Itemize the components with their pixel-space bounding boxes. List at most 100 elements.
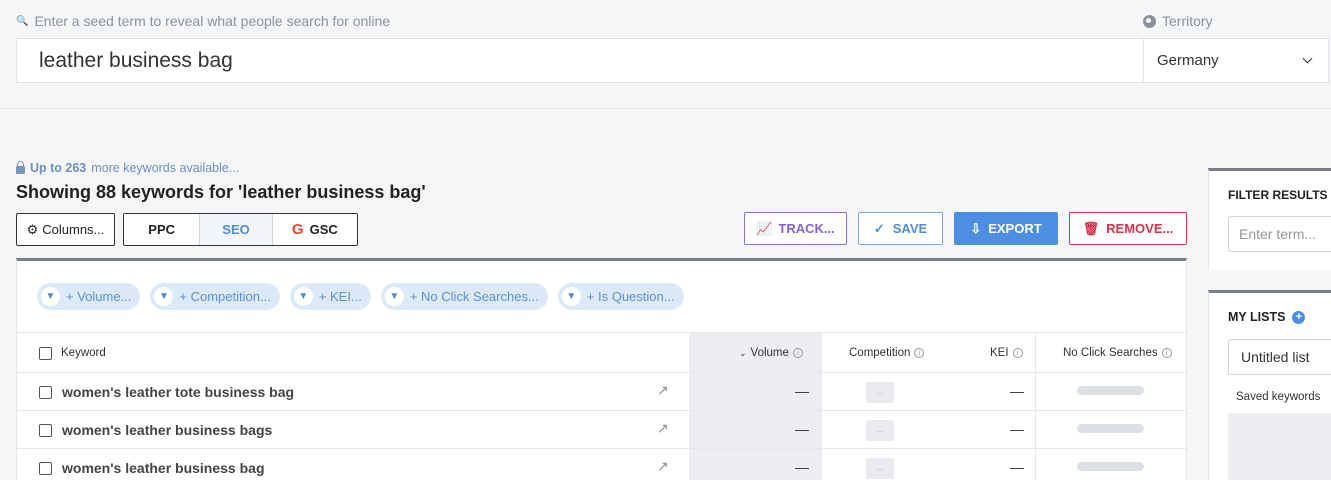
- results-title: Showing 88 keywords for 'leather busines…: [16, 182, 426, 202]
- territory-label-text: Territory: [1162, 13, 1213, 29]
- search-header: 🔍 Enter a seed term to reveal what peopl…: [0, 0, 1331, 109]
- export-label: EXPORT: [988, 221, 1042, 236]
- header-volume-label: Volume: [750, 347, 789, 359]
- row-volume: —: [795, 383, 809, 399]
- filter-icon: ▼: [384, 287, 404, 306]
- territory-label: Territory: [1143, 13, 1213, 29]
- chevron-down-icon: [1302, 53, 1313, 64]
- table-row[interactable]: women's leather tote business bag ↗ — – …: [17, 373, 1186, 411]
- tab-ppc[interactable]: PPC: [124, 214, 200, 245]
- table-row[interactable]: women's leather business bag ↗ — – —: [17, 449, 1186, 480]
- external-link-icon[interactable]: ↗: [657, 420, 669, 437]
- row-keyword: women's leather business bags: [62, 422, 273, 438]
- row-checkbox[interactable]: [39, 386, 52, 399]
- filter-chip-no-click[interactable]: ▼ + No Click Searches...: [380, 283, 548, 310]
- row-volume: —: [795, 459, 809, 475]
- row-checkbox[interactable]: [39, 424, 52, 437]
- header-competition-label: Competition: [849, 347, 911, 359]
- info-icon[interactable]: i: [914, 348, 925, 358]
- filter-chip-volume[interactable]: ▼ + Volume...: [37, 283, 141, 310]
- my-lists-label: MY LISTS: [1228, 310, 1286, 324]
- filter-icon: ▼: [41, 287, 60, 306]
- row-competition: –: [866, 382, 894, 403]
- filter-chip-label: + Volume...: [66, 289, 132, 304]
- search-hint: 🔍 Enter a seed term to reveal what peopl…: [16, 13, 390, 29]
- export-button[interactable]: ⇩ EXPORT: [954, 212, 1058, 245]
- info-icon[interactable]: i: [792, 348, 803, 358]
- more-keywords-notice[interactable]: Up to 263 more keywords available...: [16, 160, 240, 175]
- filter-results-panel: FILTER RESULTS B Enter term...: [1208, 168, 1331, 270]
- tab-seo[interactable]: SEO: [199, 214, 273, 245]
- filter-results-title: FILTER RESULTS B: [1228, 188, 1331, 202]
- google-icon: G: [291, 221, 304, 238]
- list-select[interactable]: Untitled list: [1228, 339, 1331, 375]
- filter-chip-competition[interactable]: ▼ + Competition...: [150, 283, 280, 310]
- row-keyword: women's leather business bag: [62, 460, 265, 476]
- table-header: Keyword ⌄ Volume i Competition i KEI i N…: [17, 332, 1186, 373]
- row-kei: —: [1010, 421, 1024, 437]
- header-no-click-label: No Click Searches: [1063, 347, 1158, 359]
- row-checkbox[interactable]: [39, 462, 52, 475]
- header-keyword[interactable]: Keyword: [39, 333, 106, 373]
- table-row[interactable]: women's leather business bags ↗ — – —: [17, 411, 1186, 449]
- saved-keywords-label: Saved keywords: [1236, 391, 1321, 403]
- source-tabs: PPC SEO G GSC: [123, 213, 358, 246]
- trash-icon: 🗑: [1082, 220, 1100, 236]
- my-lists-title: MY LISTS +: [1228, 310, 1306, 324]
- header-volume[interactable]: ⌄ Volume i: [739, 333, 803, 373]
- filter-icon: ▼: [293, 287, 313, 306]
- save-button[interactable]: ✓ SAVE: [858, 212, 943, 245]
- tab-gsc-label: GSC: [309, 222, 338, 237]
- header-competition[interactable]: Competition i: [849, 333, 925, 373]
- row-keyword: women's leather tote business bag: [62, 384, 295, 400]
- chart-icon: 📈: [756, 220, 773, 236]
- header-no-click[interactable]: No Click Searches i: [1063, 333, 1172, 373]
- row-no-click-bar: [1077, 386, 1144, 395]
- row-competition: –: [866, 420, 894, 441]
- track-label: TRACK...: [778, 221, 835, 236]
- territory-select[interactable]: Germany: [1143, 38, 1329, 83]
- select-all-checkbox[interactable]: [39, 346, 52, 360]
- filter-chip-question[interactable]: ▼ + Is Question...: [557, 283, 684, 310]
- row-no-click-bar: [1077, 424, 1144, 433]
- columns-button[interactable]: ⚙ Columns...: [16, 213, 115, 246]
- available-text: more keywords available...: [91, 161, 240, 175]
- info-icon[interactable]: i: [1161, 348, 1172, 358]
- filter-icon: ▼: [561, 287, 581, 306]
- my-lists-panel: MY LISTS + Untitled list Saved keywords: [1208, 290, 1331, 480]
- territory-value: Germany: [1157, 52, 1219, 69]
- filter-chip-label: + Competition...: [179, 289, 271, 304]
- row-kei: —: [1010, 383, 1024, 399]
- search-input[interactable]: leather business bag: [16, 38, 1143, 83]
- save-label: SAVE: [892, 221, 928, 236]
- columns-label: Columns...: [42, 222, 105, 237]
- remove-label: REMOVE...: [1106, 221, 1174, 236]
- external-link-icon[interactable]: ↗: [657, 382, 669, 399]
- tab-gsc[interactable]: G GSC: [272, 214, 357, 245]
- sort-chevron-icon: ⌄: [739, 347, 747, 358]
- track-button[interactable]: 📈 TRACK...: [744, 212, 847, 245]
- header-kei[interactable]: KEI i: [990, 333, 1023, 373]
- row-volume: —: [795, 421, 809, 437]
- remove-button[interactable]: 🗑 REMOVE...: [1069, 212, 1187, 245]
- filter-term-input[interactable]: Enter term...: [1228, 216, 1331, 252]
- search-hint-text: Enter a seed term to reveal what people …: [34, 13, 391, 29]
- info-icon[interactable]: i: [1012, 348, 1023, 358]
- row-competition: –: [866, 458, 894, 479]
- check-icon: ✓: [873, 220, 885, 236]
- external-link-icon[interactable]: ↗: [657, 458, 669, 475]
- filter-chip-kei[interactable]: ▼ + KEI...: [289, 283, 371, 310]
- add-list-icon[interactable]: +: [1292, 310, 1306, 324]
- gear-icon: ⚙: [26, 221, 39, 237]
- filter-chip-label: + Is Question...: [586, 289, 675, 304]
- search-icon: 🔍: [16, 15, 29, 27]
- header-keyword-label: Keyword: [61, 347, 106, 359]
- row-kei: —: [1010, 459, 1024, 475]
- filter-chip-label: + No Click Searches...: [409, 289, 539, 304]
- header-kei-label: KEI: [990, 347, 1009, 359]
- saved-keywords-area: [1228, 413, 1331, 480]
- filter-chip-label: + KEI...: [318, 289, 362, 304]
- filter-icon: ▼: [154, 287, 174, 306]
- download-icon: ⇩: [970, 220, 982, 236]
- lock-icon: [16, 160, 25, 174]
